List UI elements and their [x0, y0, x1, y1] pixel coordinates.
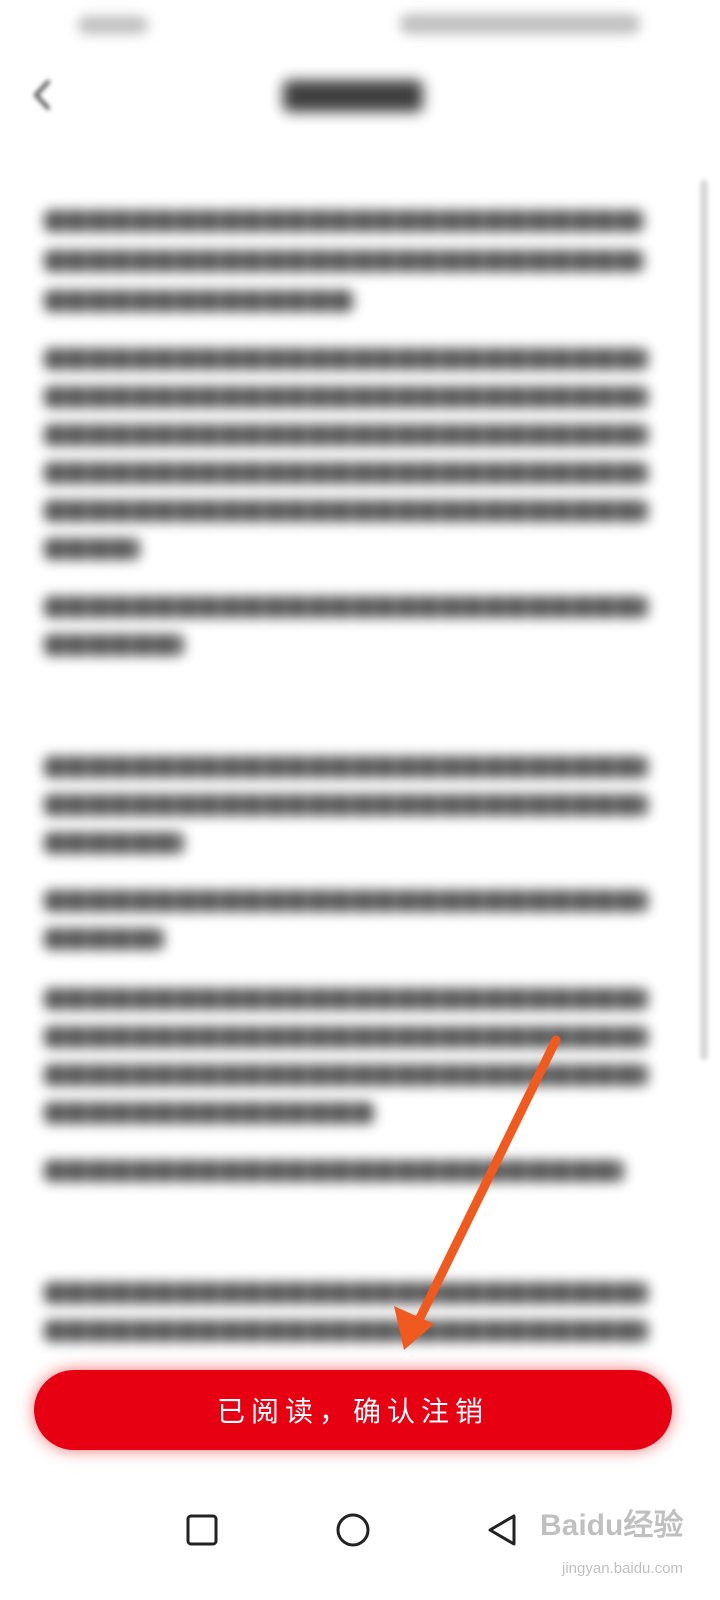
text-line	[44, 596, 648, 618]
text-line	[44, 890, 648, 912]
watermark: Baidu经验 jingyan.baidu.com	[540, 1500, 715, 1590]
text-line	[44, 250, 644, 272]
text-line	[44, 988, 648, 1010]
status-icons	[400, 14, 640, 34]
back-triangle-icon[interactable]	[480, 1508, 524, 1552]
scrollbar[interactable]	[700, 180, 708, 1060]
text-line	[44, 538, 140, 560]
text-line	[44, 794, 648, 816]
text-line	[44, 290, 354, 312]
page-title	[283, 80, 423, 112]
text-line	[44, 1282, 648, 1304]
watermark-url: jingyan.baidu.com	[562, 1560, 683, 1577]
text-line	[44, 832, 184, 854]
agreement-text	[44, 200, 654, 1350]
confirm-cancel-account-button[interactable]: 已阅读，确认注销	[34, 1370, 672, 1450]
text-line	[44, 424, 648, 446]
text-line	[44, 1320, 648, 1342]
text-line	[44, 210, 644, 232]
text-line	[44, 634, 184, 656]
text-line	[44, 500, 648, 522]
text-line	[44, 1102, 374, 1124]
text-line	[44, 1026, 648, 1048]
text-line	[44, 756, 648, 778]
recent-apps-square-icon[interactable]	[180, 1508, 224, 1552]
text-line	[44, 1064, 648, 1086]
status-bar	[0, 0, 720, 50]
text-line	[44, 462, 648, 484]
text-line	[44, 386, 648, 408]
text-line	[44, 1160, 624, 1182]
back-arrow-icon[interactable]	[28, 78, 58, 112]
home-circle-icon[interactable]	[331, 1508, 375, 1552]
text-line	[44, 348, 648, 370]
watermark-logo: Baidu经验	[540, 1509, 684, 1542]
header	[0, 60, 720, 130]
confirm-button-container: 已阅读，确认注销	[34, 1370, 672, 1450]
text-line	[44, 928, 164, 950]
status-time	[78, 16, 148, 34]
